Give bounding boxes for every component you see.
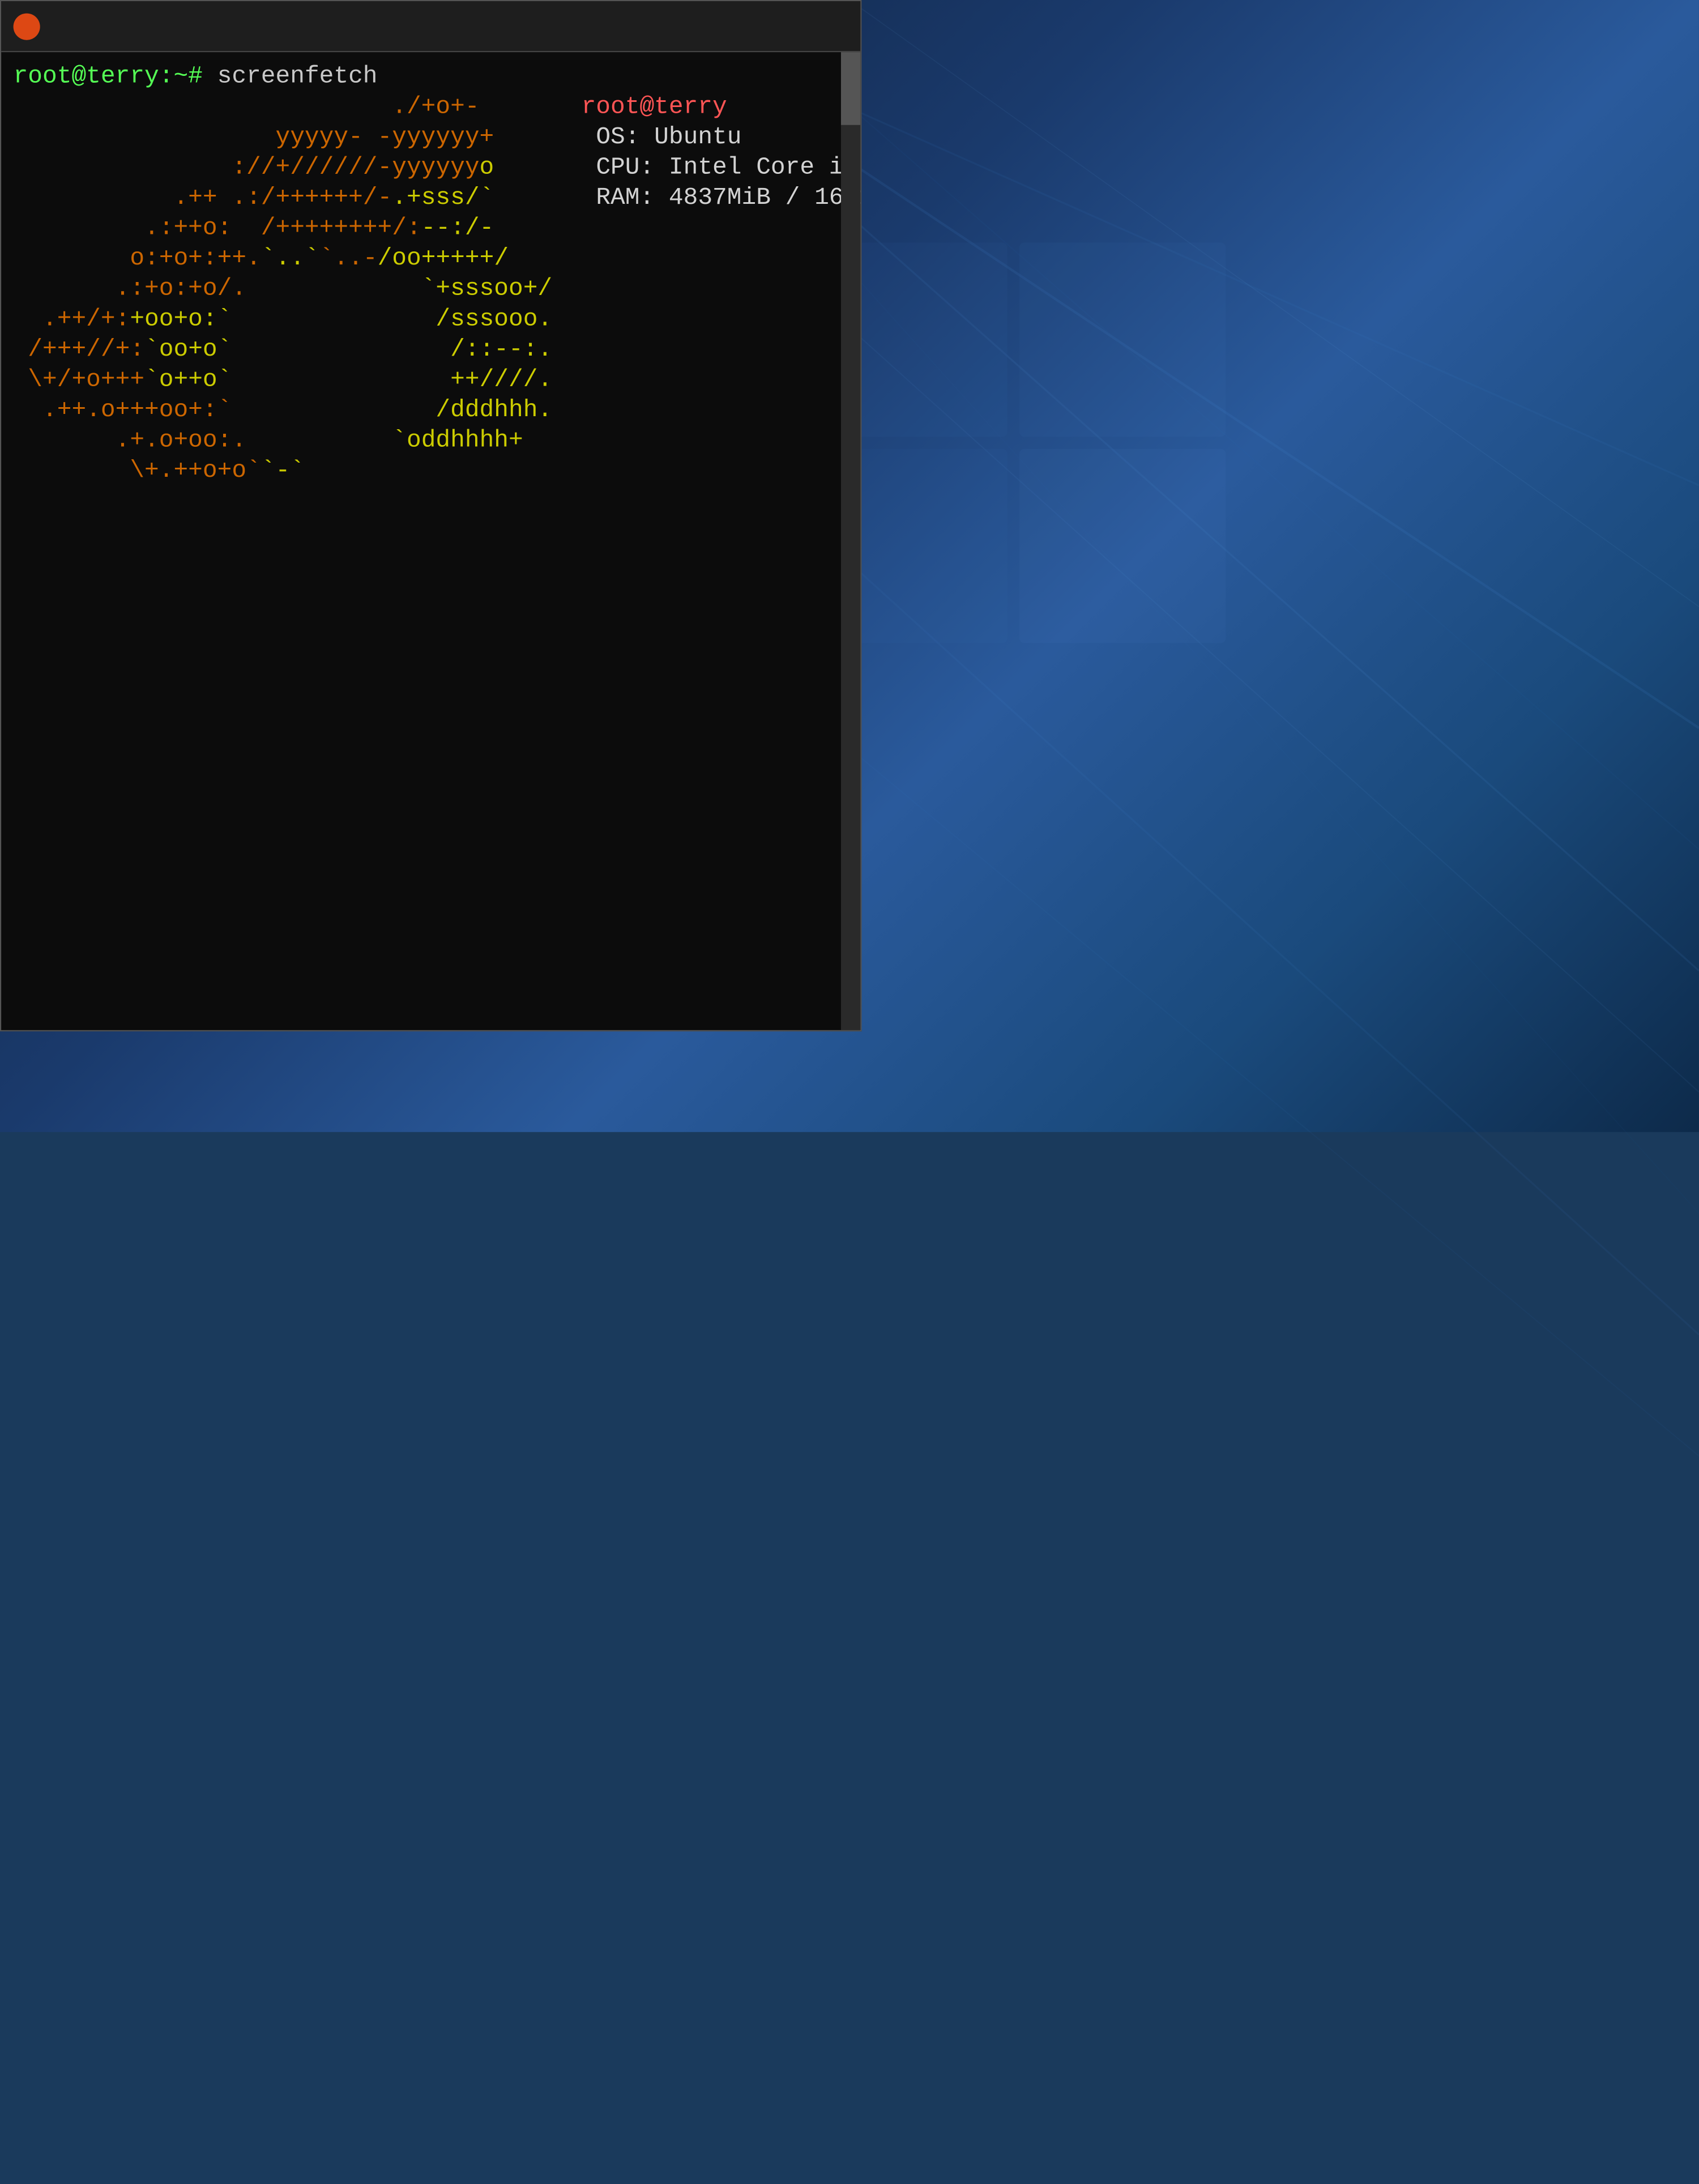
- maximize-button-ubuntu[interactable]: [749, 8, 797, 44]
- titlebar-ubuntu: [1, 1, 860, 52]
- close-button-ubuntu[interactable]: [800, 8, 848, 44]
- titlebar-buttons-ubuntu: [698, 8, 848, 44]
- terminal-ubuntu[interactable]: root@terry:~# screenfetch ./+o+- root@te…: [0, 0, 861, 1031]
- terminal-body-ubuntu: root@terry:~# screenfetch ./+o+- root@te…: [1, 52, 860, 496]
- scrollbar-thumb-ubuntu[interactable]: [841, 52, 860, 125]
- ubuntu-terminal-icon: [14, 12, 40, 39]
- minimize-button-ubuntu[interactable]: [698, 8, 746, 44]
- ubuntu-output: root@terry:~# screenfetch ./+o+- root@te…: [14, 62, 848, 486]
- scrollbar-ubuntu[interactable]: [841, 52, 860, 1030]
- desktop: root@terry:~# screenfetch ./+o+- root@te…: [0, 0, 1699, 1132]
